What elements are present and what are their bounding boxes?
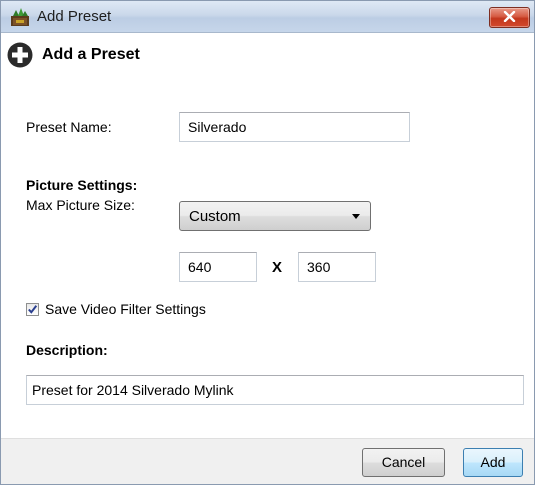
max-picture-size-label: Max Picture Size: xyxy=(26,197,135,213)
description-label: Description: xyxy=(26,342,108,358)
picture-settings-heading: Picture Settings: xyxy=(26,177,138,193)
height-input[interactable]: 360 xyxy=(298,252,376,282)
plus-circle-icon xyxy=(7,42,33,68)
add-preset-dialog: Add Preset Add a Preset Preset Name: Sil… xyxy=(0,0,535,485)
width-input[interactable]: 640 xyxy=(179,252,257,282)
preset-name-label: Preset Name: xyxy=(26,119,112,135)
window-title: Add Preset xyxy=(37,8,112,25)
max-picture-size-value: Custom xyxy=(189,208,241,225)
description-input[interactable]: Preset for 2014 Silverado Mylink xyxy=(26,375,524,405)
max-picture-size-select[interactable]: Custom xyxy=(179,201,371,231)
checkmark-icon xyxy=(28,305,38,314)
title-bar[interactable]: Add Preset xyxy=(1,1,534,33)
close-x-icon xyxy=(503,11,516,22)
dialog-header: Add a Preset xyxy=(1,33,534,73)
add-button[interactable]: Add xyxy=(463,448,523,477)
save-filter-checkbox[interactable] xyxy=(26,303,39,316)
dimension-separator: X xyxy=(272,259,283,276)
close-button[interactable] xyxy=(489,7,530,28)
cancel-button[interactable]: Cancel xyxy=(362,448,445,477)
preset-name-input[interactable]: Silverado xyxy=(179,112,410,142)
dialog-footer: Cancel Add xyxy=(1,438,534,484)
save-filter-checkbox-label[interactable]: Save Video Filter Settings xyxy=(45,301,206,317)
chevron-down-icon xyxy=(352,214,360,219)
handbrake-icon xyxy=(11,8,29,26)
header-title: Add a Preset xyxy=(42,46,140,63)
